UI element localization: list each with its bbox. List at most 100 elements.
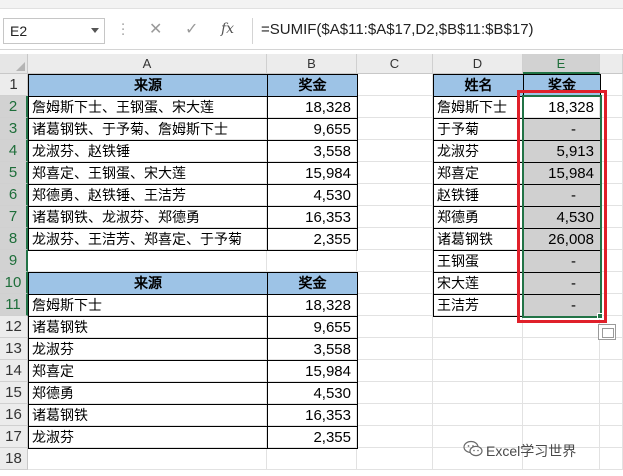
row-header-4[interactable]: 4 [0,140,28,162]
grid-cell[interactable] [357,250,433,272]
row-header-11[interactable]: 11 [0,294,28,316]
result-cell[interactable]: 26,008 [523,228,601,251]
name-cell[interactable]: 詹姆斯下士 [433,96,524,119]
bonus-cell[interactable]: 16,353 [267,206,358,229]
grid-cell[interactable] [433,316,523,338]
select-all-corner[interactable] [0,54,28,74]
grid-cell[interactable] [357,74,433,96]
bonus-cell[interactable]: 9,655 [267,316,358,339]
insert-function-icon[interactable]: fx [221,21,234,37]
grid-cell[interactable] [600,184,623,206]
bonus-cell[interactable]: 3,558 [267,140,358,163]
header-cell-bonus[interactable]: 奖金 [267,74,358,97]
name-box[interactable]: E2 [3,18,105,44]
cancel-icon[interactable]: ✕ [149,19,162,38]
row-header-10[interactable]: 10 [0,272,28,294]
grid-cell[interactable] [600,294,623,316]
grid-cell[interactable] [523,382,600,404]
column-header-c[interactable]: C [357,54,433,74]
grid-cell[interactable] [357,426,433,448]
bonus-cell[interactable]: 2,355 [267,228,358,251]
grid-cell[interactable] [600,96,623,118]
grid-cell[interactable] [433,360,523,382]
grid-cell[interactable] [357,96,433,118]
grid-cell[interactable] [28,448,267,470]
grid-cell[interactable] [357,338,433,360]
grid-cell[interactable] [600,382,623,404]
source-cell[interactable]: 龙淑芬 [28,426,268,449]
grid-cell[interactable] [433,382,523,404]
grid-cell[interactable] [433,404,523,426]
name-cell[interactable]: 诸葛钢铁 [433,228,524,251]
grid-cell[interactable] [523,360,600,382]
source-cell[interactable]: 诸葛钢铁 [28,404,268,427]
quick-analysis-icon[interactable] [598,324,616,340]
bonus-cell[interactable]: 16,353 [267,404,358,427]
result-cell[interactable]: 5,913 [523,140,601,163]
header-cell-source[interactable]: 来源 [28,74,268,97]
source-cell[interactable]: 龙淑芬、赵铁锤 [28,140,268,163]
header-cell-bonus[interactable]: 奖金 [523,74,601,97]
column-header-b[interactable]: B [267,54,357,74]
grid-cell[interactable] [357,118,433,140]
row-header-13[interactable]: 13 [0,338,28,360]
row-header-2[interactable]: 2 [0,96,28,118]
result-cell[interactable]: 4,530 [523,206,601,229]
row-header-3[interactable]: 3 [0,118,28,140]
name-cell[interactable]: 于予菊 [433,118,524,141]
grid-cell[interactable] [267,448,357,470]
column-header-blank[interactable] [600,54,623,74]
grid-cell[interactable] [357,162,433,184]
grid-cell[interactable] [357,404,433,426]
row-header-7[interactable]: 7 [0,206,28,228]
column-header-d[interactable]: D [433,54,523,74]
row-header-14[interactable]: 14 [0,360,28,382]
source-cell[interactable]: 詹姆斯下士 [28,294,268,317]
row-header-6[interactable]: 6 [0,184,28,206]
bonus-cell[interactable]: 2,355 [267,426,358,449]
source-cell[interactable]: 詹姆斯下士、王钢蛋、宋大莲 [28,96,268,119]
grid-cell[interactable] [357,206,433,228]
grid-cell[interactable] [600,360,623,382]
grid-cell[interactable] [357,184,433,206]
grid-cell[interactable] [357,294,433,316]
chevron-down-icon[interactable] [91,28,99,33]
result-cell[interactable]: 15,984 [523,162,601,185]
source-cell[interactable]: 郑喜定 [28,360,268,383]
source-cell[interactable]: 诸葛钢铁 [28,316,268,339]
name-cell[interactable]: 郑喜定 [433,162,524,185]
name-cell[interactable]: 郑德勇 [433,206,524,229]
row-header-5[interactable]: 5 [0,162,28,184]
name-cell[interactable]: 宋大莲 [433,272,524,295]
source-cell[interactable]: 郑喜定、王钢蛋、宋大莲 [28,162,268,185]
grid-cell[interactable] [523,404,600,426]
name-cell[interactable]: 王洁芳 [433,294,524,317]
grid-cell[interactable] [357,316,433,338]
bonus-cell[interactable]: 9,655 [267,118,358,141]
formula-input[interactable]: =SUMIF($A$11:$A$17,D2,$B$11:$B$17) [252,18,623,44]
name-cell[interactable]: 龙淑芬 [433,140,524,163]
source-cell[interactable]: 诸葛钢铁、于予菊、詹姆斯下士 [28,118,268,141]
result-cell[interactable]: - [523,118,601,141]
grid-cell[interactable] [357,272,433,294]
row-header-9[interactable]: 9 [0,250,28,272]
spreadsheet-grid[interactable]: A B C D E 1 2 3 4 5 6 7 8 9 10 11 12 13 14 15 16 17 18 来源 奖金 詹姆斯下… [0,54,623,476]
source-cell[interactable]: 龙淑芬 [28,338,268,361]
grid-cell[interactable] [600,162,623,184]
grid-cell[interactable] [357,382,433,404]
grid-cell[interactable] [600,404,623,426]
result-cell[interactable]: - [523,294,601,317]
row-header-12[interactable]: 12 [0,316,28,338]
grid-cell[interactable] [600,140,623,162]
row-header-18[interactable]: 18 [0,448,28,470]
grid-cell[interactable] [600,250,623,272]
bonus-cell[interactable]: 18,328 [267,294,358,317]
row-header-16[interactable]: 16 [0,404,28,426]
grid-cell[interactable] [600,206,623,228]
bonus-cell[interactable]: 4,530 [267,184,358,207]
bonus-cell[interactable]: 4,530 [267,382,358,405]
grid-cell[interactable] [523,316,600,338]
source-cell[interactable]: 龙淑芬、王洁芳、郑喜定、于予菊 [28,228,268,251]
result-cell[interactable]: - [523,184,601,207]
row-header-8[interactable]: 8 [0,228,28,250]
